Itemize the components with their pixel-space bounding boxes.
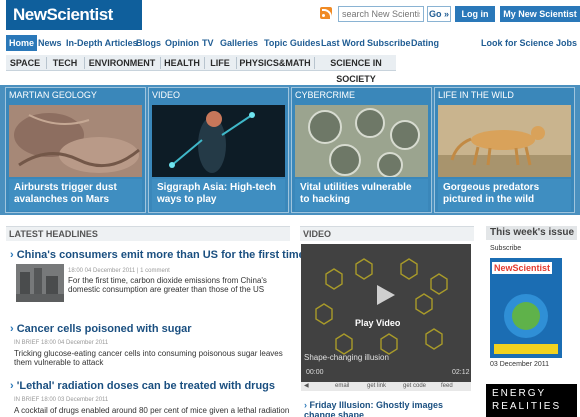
section-divider <box>204 57 205 69</box>
share-email-link[interactable]: email <box>335 382 349 391</box>
video-duration: 02:12 <box>452 369 470 376</box>
video-toolbar: ◀ email get link get code feed <box>301 382 471 391</box>
feature-category: LIFE IN THE WILD <box>438 90 514 100</box>
hightech-player-image <box>152 105 285 177</box>
article-meta: 18:00 04 December 2011 | 1 comment <box>68 268 170 274</box>
subscribe-link[interactable]: Subscribe <box>490 245 521 252</box>
water-treatment-image <box>295 105 428 177</box>
my-new-scientist-button[interactable]: My New Scientist <box>500 6 580 22</box>
section-tab-life[interactable]: LIFE <box>206 55 234 71</box>
speaker-icon[interactable]: ◀ <box>304 382 309 391</box>
latest-headlines-heading: LATEST HEADLINES <box>6 226 290 241</box>
article-summary: Tricking glucose-eating cancer cells int… <box>14 349 283 367</box>
play-video-label[interactable]: Play Video <box>355 318 400 328</box>
this-weeks-issue-heading: This week's issue <box>486 226 577 240</box>
feature-category: MARTIAN GEOLOGY <box>9 90 97 100</box>
feature-category: CYBERCRIME <box>295 90 356 100</box>
nav-item-topic-guides[interactable]: Topic Guides <box>264 35 320 51</box>
energy-realities-ad[interactable]: ENERGY REALITIES <box>486 384 577 417</box>
nav-item-last-word[interactable]: Last Word <box>321 35 365 51</box>
headline-thumbnail[interactable] <box>16 264 64 302</box>
featured-stories: MARTIAN GEOLOGY Airbursts trigger dust a… <box>0 85 580 215</box>
video-current-time: 00:00 <box>306 369 324 376</box>
article-summary: For the first time, carbon dioxide emiss… <box>68 276 267 294</box>
section-tab-space[interactable]: SPACE <box>6 55 44 71</box>
section-divider <box>314 57 315 69</box>
feature-tile[interactable]: VIDEO Siggraph Asia: High-tech ways to p… <box>148 87 289 213</box>
feature-tile[interactable]: MARTIAN GEOLOGY Airbursts trigger dust a… <box>5 87 146 213</box>
section-bar: SPACE TECH ENVIRONMENT HEALTH LIFE PHYSI… <box>6 55 396 84</box>
search-go-button[interactable]: Go » <box>427 6 451 22</box>
feature-category: VIDEO <box>152 90 181 100</box>
feature-tile[interactable]: LIFE IN THE WILD Gorgeous predators pict… <box>434 87 575 213</box>
site-logo[interactable]: NewScientist <box>6 0 142 30</box>
video-headline-link[interactable]: Friday Illusion: Ghostly images change s… <box>304 400 474 417</box>
search-input[interactable] <box>338 6 424 22</box>
nav-item-opinion[interactable]: Opinion <box>165 35 199 51</box>
section-tab-health[interactable]: HEALTH <box>162 55 202 71</box>
nav-item-home[interactable]: Home <box>6 35 38 51</box>
cover-masthead: NewScientist <box>492 262 553 274</box>
primary-nav: Home News In-Depth Articles Blogs Opinio… <box>0 35 580 51</box>
get-code-link[interactable]: get code <box>403 382 426 391</box>
nav-item-tv[interactable]: TV <box>202 35 214 51</box>
nav-item-in-depth-articles[interactable]: In-Depth Articles <box>66 35 138 51</box>
headline-link[interactable]: Cancer cells poisoned with sugar <box>10 323 192 336</box>
article-summary: A cocktail of drugs enabled around 80 pe… <box>14 406 290 415</box>
feature-headline[interactable]: Vital utilities vulnerable to hacking <box>295 179 428 211</box>
section-tab-science-in-society[interactable]: SCIENCE IN SOCIETY <box>316 55 396 84</box>
rss-icon[interactable] <box>320 7 332 19</box>
section-tab-environment[interactable]: ENVIRONMENT <box>86 55 158 71</box>
feature-headline[interactable]: Siggraph Asia: High-tech ways to play <box>152 179 285 211</box>
headline-link[interactable]: 'Lethal' radiation doses can be treated … <box>10 380 275 393</box>
section-tab-tech[interactable]: TECH <box>48 55 82 71</box>
nav-item-subscribe[interactable]: Subscribe <box>367 35 411 51</box>
login-button[interactable]: Log in <box>455 6 495 22</box>
feature-headline[interactable]: Airbursts trigger dust avalanches on Mar… <box>9 179 142 211</box>
nav-item-blogs[interactable]: Blogs <box>136 35 161 51</box>
video-caption: Shape-changing illusion <box>304 353 389 362</box>
nav-item-galleries[interactable]: Galleries <box>220 35 258 51</box>
section-divider <box>236 57 237 69</box>
issue-date: 03 December 2011 <box>490 361 550 368</box>
feed-link[interactable]: feed <box>441 382 453 391</box>
section-divider <box>160 57 161 69</box>
section-divider <box>46 57 47 69</box>
article-meta: IN BRIEF 18:00 04 December 2011 <box>14 340 109 346</box>
headline-link[interactable]: China's consumers emit more than US for … <box>10 249 305 262</box>
science-jobs-link[interactable]: Look for Science Jobs <box>481 35 577 51</box>
cheetah-image <box>438 105 571 177</box>
play-icon[interactable] <box>374 284 396 306</box>
mars-surface-image <box>9 105 142 177</box>
section-divider <box>84 57 85 69</box>
feature-headline[interactable]: Gorgeous predators pictured in the wild <box>438 179 571 211</box>
get-link-link[interactable]: get link <box>367 382 386 391</box>
section-tab-physics-math[interactable]: PHYSICS&MATH <box>238 55 312 71</box>
feature-tile[interactable]: CYBERCRIME Vital utilities vulnerable to… <box>291 87 432 213</box>
article-meta: IN BRIEF 18:00 03 December 2011 <box>14 397 109 403</box>
nav-item-news[interactable]: News <box>38 35 62 51</box>
video-heading: VIDEO <box>300 226 474 241</box>
nav-item-dating[interactable]: Dating <box>411 35 439 51</box>
